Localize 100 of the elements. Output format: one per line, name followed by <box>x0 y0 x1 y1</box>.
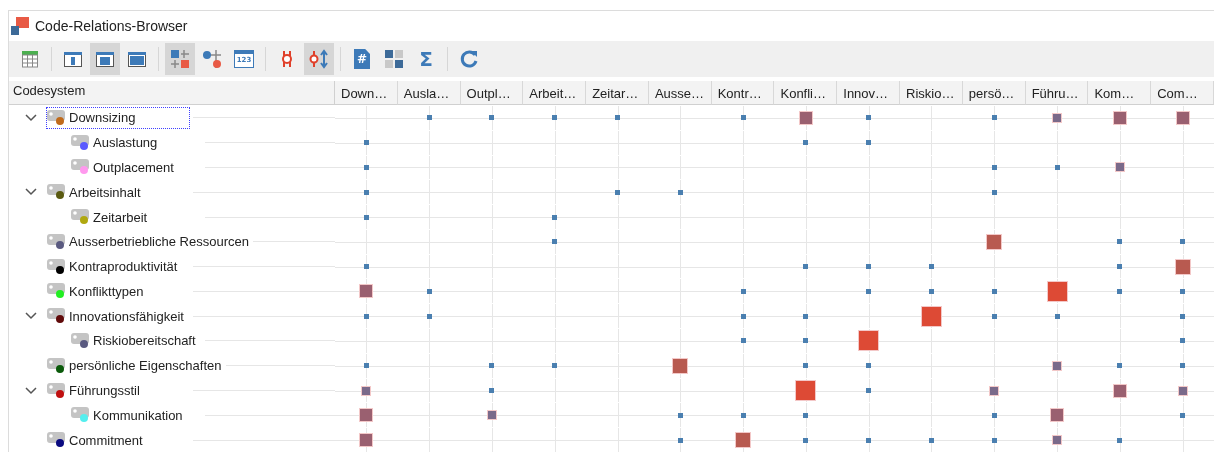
refresh-icon <box>459 49 479 69</box>
toolbar-button[interactable]: Σ <box>411 43 441 75</box>
tag-icon <box>47 184 65 196</box>
toolbar-button[interactable] <box>304 43 334 75</box>
tree-item[interactable]: Ausserbetriebliche Ressourcen <box>47 231 249 252</box>
tree-item[interactable]: Riskiobereitschaft <box>71 330 201 351</box>
column-header[interactable]: Kom… <box>1088 81 1152 105</box>
column-header[interactable]: Ausla… <box>397 81 461 105</box>
matrix-cell <box>397 403 461 428</box>
matrix-cell <box>1025 205 1089 229</box>
tag-icon <box>71 209 89 220</box>
column-header[interactable]: Outpl… <box>460 81 524 105</box>
matrix-cell <box>586 378 649 403</box>
tree-item[interactable]: Innovationsfähigkeit <box>47 306 189 327</box>
toolbar-button[interactable]: # <box>347 43 377 75</box>
matrix-cell <box>900 130 963 155</box>
tree-item[interactable]: Downsizing <box>47 107 189 128</box>
matrix-cell <box>586 353 649 378</box>
matrix-cell <box>523 180 587 205</box>
hash-document-icon: # <box>354 49 370 69</box>
layout-icon <box>127 50 147 68</box>
matrix-cell <box>586 428 649 452</box>
column-header[interactable]: Com… <box>1151 81 1214 105</box>
matrix-cell <box>335 229 398 254</box>
matrix-cell <box>523 329 587 353</box>
grid-icon <box>384 49 404 69</box>
tree-item[interactable]: Zeitarbeit <box>71 207 201 227</box>
matrix-cell <box>648 304 712 329</box>
column-header[interactable]: persö… <box>962 81 1026 105</box>
matrix-cell <box>648 254 712 279</box>
matrix-cell <box>900 106 963 130</box>
matrix-cell <box>460 329 524 353</box>
column-header[interactable]: Führu… <box>1025 81 1089 105</box>
column-header[interactable]: Kontr… <box>711 81 775 105</box>
matrix-cell <box>460 254 524 279</box>
matrix-cell <box>648 229 712 254</box>
toolbar-button[interactable] <box>90 43 120 75</box>
chevron-icon[interactable] <box>25 113 37 122</box>
layout-icon <box>63 50 83 68</box>
matrix-cell <box>900 229 963 254</box>
matrix-cell <box>523 155 587 180</box>
tree-item[interactable]: Arbeitsinhalt <box>47 182 189 203</box>
matrix-cell <box>397 130 461 155</box>
matrix-cell <box>648 106 712 130</box>
matrix-cell <box>962 205 1026 229</box>
matrix-cell <box>711 378 775 403</box>
column-header[interactable]: Arbeit… <box>523 81 587 105</box>
matrix-cell <box>900 329 963 353</box>
matrix-cell <box>586 304 649 329</box>
matrix-cell <box>523 254 587 279</box>
chevron-icon[interactable] <box>25 188 37 197</box>
tree-item[interactable]: persönliche Eigenschaften <box>47 355 222 376</box>
matrix-cell <box>774 205 838 229</box>
tree-item[interactable]: Kontraproduktivität <box>47 256 189 277</box>
matrix-cell <box>397 155 461 180</box>
matrix-cell <box>1025 378 1089 403</box>
matrix-cell <box>397 378 461 403</box>
matrix-cell <box>460 304 524 329</box>
column-header[interactable]: Riskio… <box>900 81 963 105</box>
matrix-cell <box>1025 254 1089 279</box>
tag-icon <box>47 109 65 121</box>
sum-icon: Σ <box>419 49 433 69</box>
matrix-cell <box>1088 403 1152 428</box>
column-header[interactable]: Codesystem <box>9 81 335 105</box>
column-header[interactable]: Innov… <box>837 81 901 105</box>
matrix-cell <box>648 378 712 403</box>
tree-item[interactable]: Kommunikation <box>71 405 201 426</box>
tree-item[interactable]: Commitment <box>47 430 189 451</box>
column-header[interactable]: Konfli… <box>774 81 838 105</box>
tag-icon <box>71 332 89 344</box>
matrix-cell <box>711 353 775 378</box>
tree-item[interactable]: Auslastung <box>71 132 201 153</box>
toolbar-button[interactable] <box>165 43 195 75</box>
matrix-cell <box>523 403 587 428</box>
matrix-cell <box>837 155 901 180</box>
tree-item[interactable]: Outplacement <box>71 157 201 178</box>
matrix-cell <box>460 180 524 205</box>
chevron-icon[interactable] <box>25 312 37 321</box>
chevron-icon[interactable] <box>25 386 37 395</box>
matrix-cell <box>1151 180 1214 205</box>
matrix-cell <box>774 229 838 254</box>
matrix-cell <box>711 180 775 205</box>
column-header[interactable]: Down… <box>335 81 398 105</box>
matrix-cell <box>586 130 649 155</box>
matrix-cell <box>335 329 398 353</box>
tree-item[interactable]: Führungsstil <box>47 380 189 401</box>
matrix-cell <box>397 205 461 229</box>
matrix-cell <box>900 353 963 378</box>
table-icon <box>21 50 39 68</box>
column-header[interactable]: Ausse… <box>648 81 712 105</box>
matrix-cell <box>460 279 524 304</box>
matrix-cell <box>648 155 712 180</box>
matrix-cell <box>900 378 963 403</box>
matrix-cell <box>962 329 1026 353</box>
matrix-cell <box>586 155 649 180</box>
matrix-cell <box>397 180 461 205</box>
column-header[interactable]: Zeitar… <box>586 81 649 105</box>
matrix-cell <box>1151 428 1214 452</box>
matrix-cell <box>523 304 587 329</box>
tree-item[interactable]: Konflikttypen <box>47 281 189 302</box>
